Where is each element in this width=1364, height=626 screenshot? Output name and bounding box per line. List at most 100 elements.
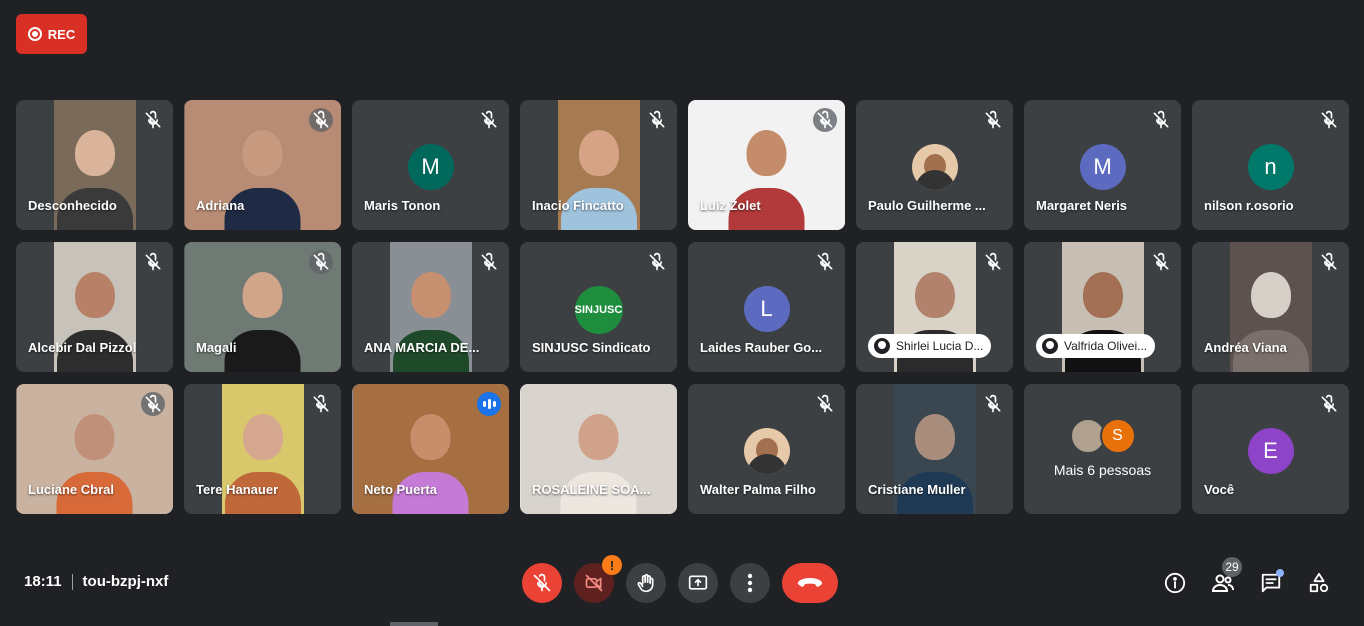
participant-face xyxy=(1250,272,1291,318)
camera-button[interactable]: ! xyxy=(574,555,622,603)
present-screen-icon xyxy=(688,575,708,590)
camera-off-icon xyxy=(585,574,603,592)
more-options-button[interactable] xyxy=(730,563,770,603)
mic-off-icon xyxy=(141,392,165,416)
participant-avatar: E xyxy=(1247,428,1294,474)
participant-tile[interactable]: Tere Hanauer xyxy=(184,384,341,514)
participant-name: Luciane Cbral xyxy=(28,482,114,497)
participant-face xyxy=(1082,272,1123,318)
mic-off-icon xyxy=(309,250,333,274)
mic-off-icon xyxy=(143,252,163,272)
participant-face xyxy=(914,272,955,318)
participant-name: Cristiane Muller xyxy=(868,482,966,497)
participant-tile[interactable]: ANA MARCIA DE... xyxy=(352,242,509,372)
participant-tile[interactable]: Luiz Zolet xyxy=(688,100,845,230)
participant-name-chip: Shirlei Lucia D... xyxy=(868,334,992,358)
participant-name: nilson r.osorio xyxy=(1204,198,1294,213)
participant-tile[interactable]: L Laides Rauber Go... xyxy=(688,242,845,372)
participant-tile[interactable]: Inacio Fincatto xyxy=(520,100,677,230)
hang-up-icon xyxy=(797,578,823,587)
mic-off-icon xyxy=(479,252,499,272)
participant-face xyxy=(74,272,115,318)
mic-off-icon xyxy=(1151,110,1171,130)
participant-face xyxy=(242,414,283,460)
participant-name-chip: Valfrida Olivei... xyxy=(1036,334,1156,358)
participant-tile[interactable]: Paulo Guilherme ... xyxy=(856,100,1013,230)
mic-off-icon xyxy=(815,394,835,414)
participant-face xyxy=(578,130,619,176)
participant-tile[interactable]: Adriana xyxy=(184,100,341,230)
participant-tile[interactable]: M Margaret Neris xyxy=(1024,100,1181,230)
participant-name: Você xyxy=(1204,482,1235,497)
participant-tile[interactable]: S Mais 6 pessoas xyxy=(1024,384,1181,514)
meeting-code[interactable]: tou-bzpj-nxf xyxy=(83,573,169,590)
participant-face xyxy=(914,414,955,460)
participant-name: ANA MARCIA DE... xyxy=(364,340,480,355)
mic-off-icon xyxy=(647,110,667,130)
mic-off-icon xyxy=(983,394,1003,414)
profile-photo xyxy=(911,144,958,190)
mic-off-icon xyxy=(983,110,1003,130)
participant-name: Valfrida Olivei... xyxy=(1064,339,1148,353)
participant-tile[interactable]: E Você xyxy=(1192,384,1349,514)
participant-tile[interactable]: Walter Palma Filho xyxy=(688,384,845,514)
record-icon xyxy=(27,27,42,41)
mic-off-icon xyxy=(647,252,667,272)
microphone-button[interactable] xyxy=(522,563,562,603)
participant-tile[interactable]: n nilson r.osorio xyxy=(1192,100,1349,230)
mic-off-icon xyxy=(1151,252,1171,272)
participant-name: Walter Palma Filho xyxy=(700,482,816,497)
mic-off-icon xyxy=(533,573,551,592)
camera-warning-badge: ! xyxy=(602,555,622,575)
person-icon xyxy=(1042,338,1058,354)
participant-tile[interactable]: Valfrida Olivei... xyxy=(1024,242,1181,372)
participant-tile[interactable]: ROSALEINE SOA... xyxy=(520,384,677,514)
meeting-time: 18:11 xyxy=(24,573,62,590)
participant-avatar: M xyxy=(407,144,454,190)
mic-off-icon xyxy=(815,252,835,272)
participant-name: Maris Tonon xyxy=(364,198,441,213)
participant-tile[interactable]: Andréa Viana xyxy=(1192,242,1349,372)
participant-avatar: M xyxy=(1079,144,1126,190)
more-options-icon xyxy=(747,573,753,593)
participant-face xyxy=(746,130,787,176)
participant-tile[interactable]: Luciane Cbral xyxy=(16,384,173,514)
mic-off-icon xyxy=(983,252,1003,272)
meeting-details-button[interactable] xyxy=(1158,563,1192,603)
participant-tile[interactable]: Neto Puerta xyxy=(352,384,509,514)
activities-button[interactable] xyxy=(1302,563,1336,603)
chat-button[interactable] xyxy=(1254,563,1288,603)
participant-name: Andréa Viana xyxy=(1204,340,1287,355)
participant-tile[interactable]: SINJUSC SINJUSC Sindicato xyxy=(520,242,677,372)
hang-up-button[interactable] xyxy=(782,563,838,603)
participant-name: Inacio Fincatto xyxy=(532,198,624,213)
participant-face xyxy=(74,414,115,460)
participant-tile[interactable]: M Maris Tonon xyxy=(352,100,509,230)
meeting-info: 18:11 tou-bzpj-nxf xyxy=(24,573,168,590)
participant-tile[interactable]: Alcebir Dal Pizzol xyxy=(16,242,173,372)
people-button[interactable]: 29 xyxy=(1206,557,1242,603)
chat-unread-dot xyxy=(1276,569,1284,577)
participant-tile[interactable]: Cristiane Muller xyxy=(856,384,1013,514)
participant-face xyxy=(410,414,451,460)
present-screen-button[interactable] xyxy=(678,563,718,603)
participant-name: Desconhecido xyxy=(28,198,117,213)
participant-name: Luiz Zolet xyxy=(700,198,761,213)
participant-grid: Desconhecido Adriana M Maris Tonon Inacio Fi… xyxy=(16,100,1349,514)
participant-tile[interactable]: Desconhecido xyxy=(16,100,173,230)
participant-name: Tere Hanauer xyxy=(196,482,279,497)
participant-avatar: n xyxy=(1247,144,1294,190)
raise-hand-button[interactable] xyxy=(626,563,666,603)
participant-name: Alcebir Dal Pizzol xyxy=(28,340,137,355)
participant-name: Neto Puerta xyxy=(364,482,437,497)
divider xyxy=(71,573,73,590)
participant-name: Adriana xyxy=(196,198,245,213)
participant-name: Margaret Neris xyxy=(1036,198,1128,213)
participant-tile[interactable]: Shirlei Lucia D... xyxy=(856,242,1013,372)
participant-face xyxy=(242,272,283,318)
participant-tile[interactable]: Magali xyxy=(184,242,341,372)
recording-indicator: REC xyxy=(16,14,87,54)
participant-name: Paulo Guilherme ... xyxy=(868,198,986,213)
participant-face xyxy=(242,130,283,176)
person-icon xyxy=(874,338,890,354)
